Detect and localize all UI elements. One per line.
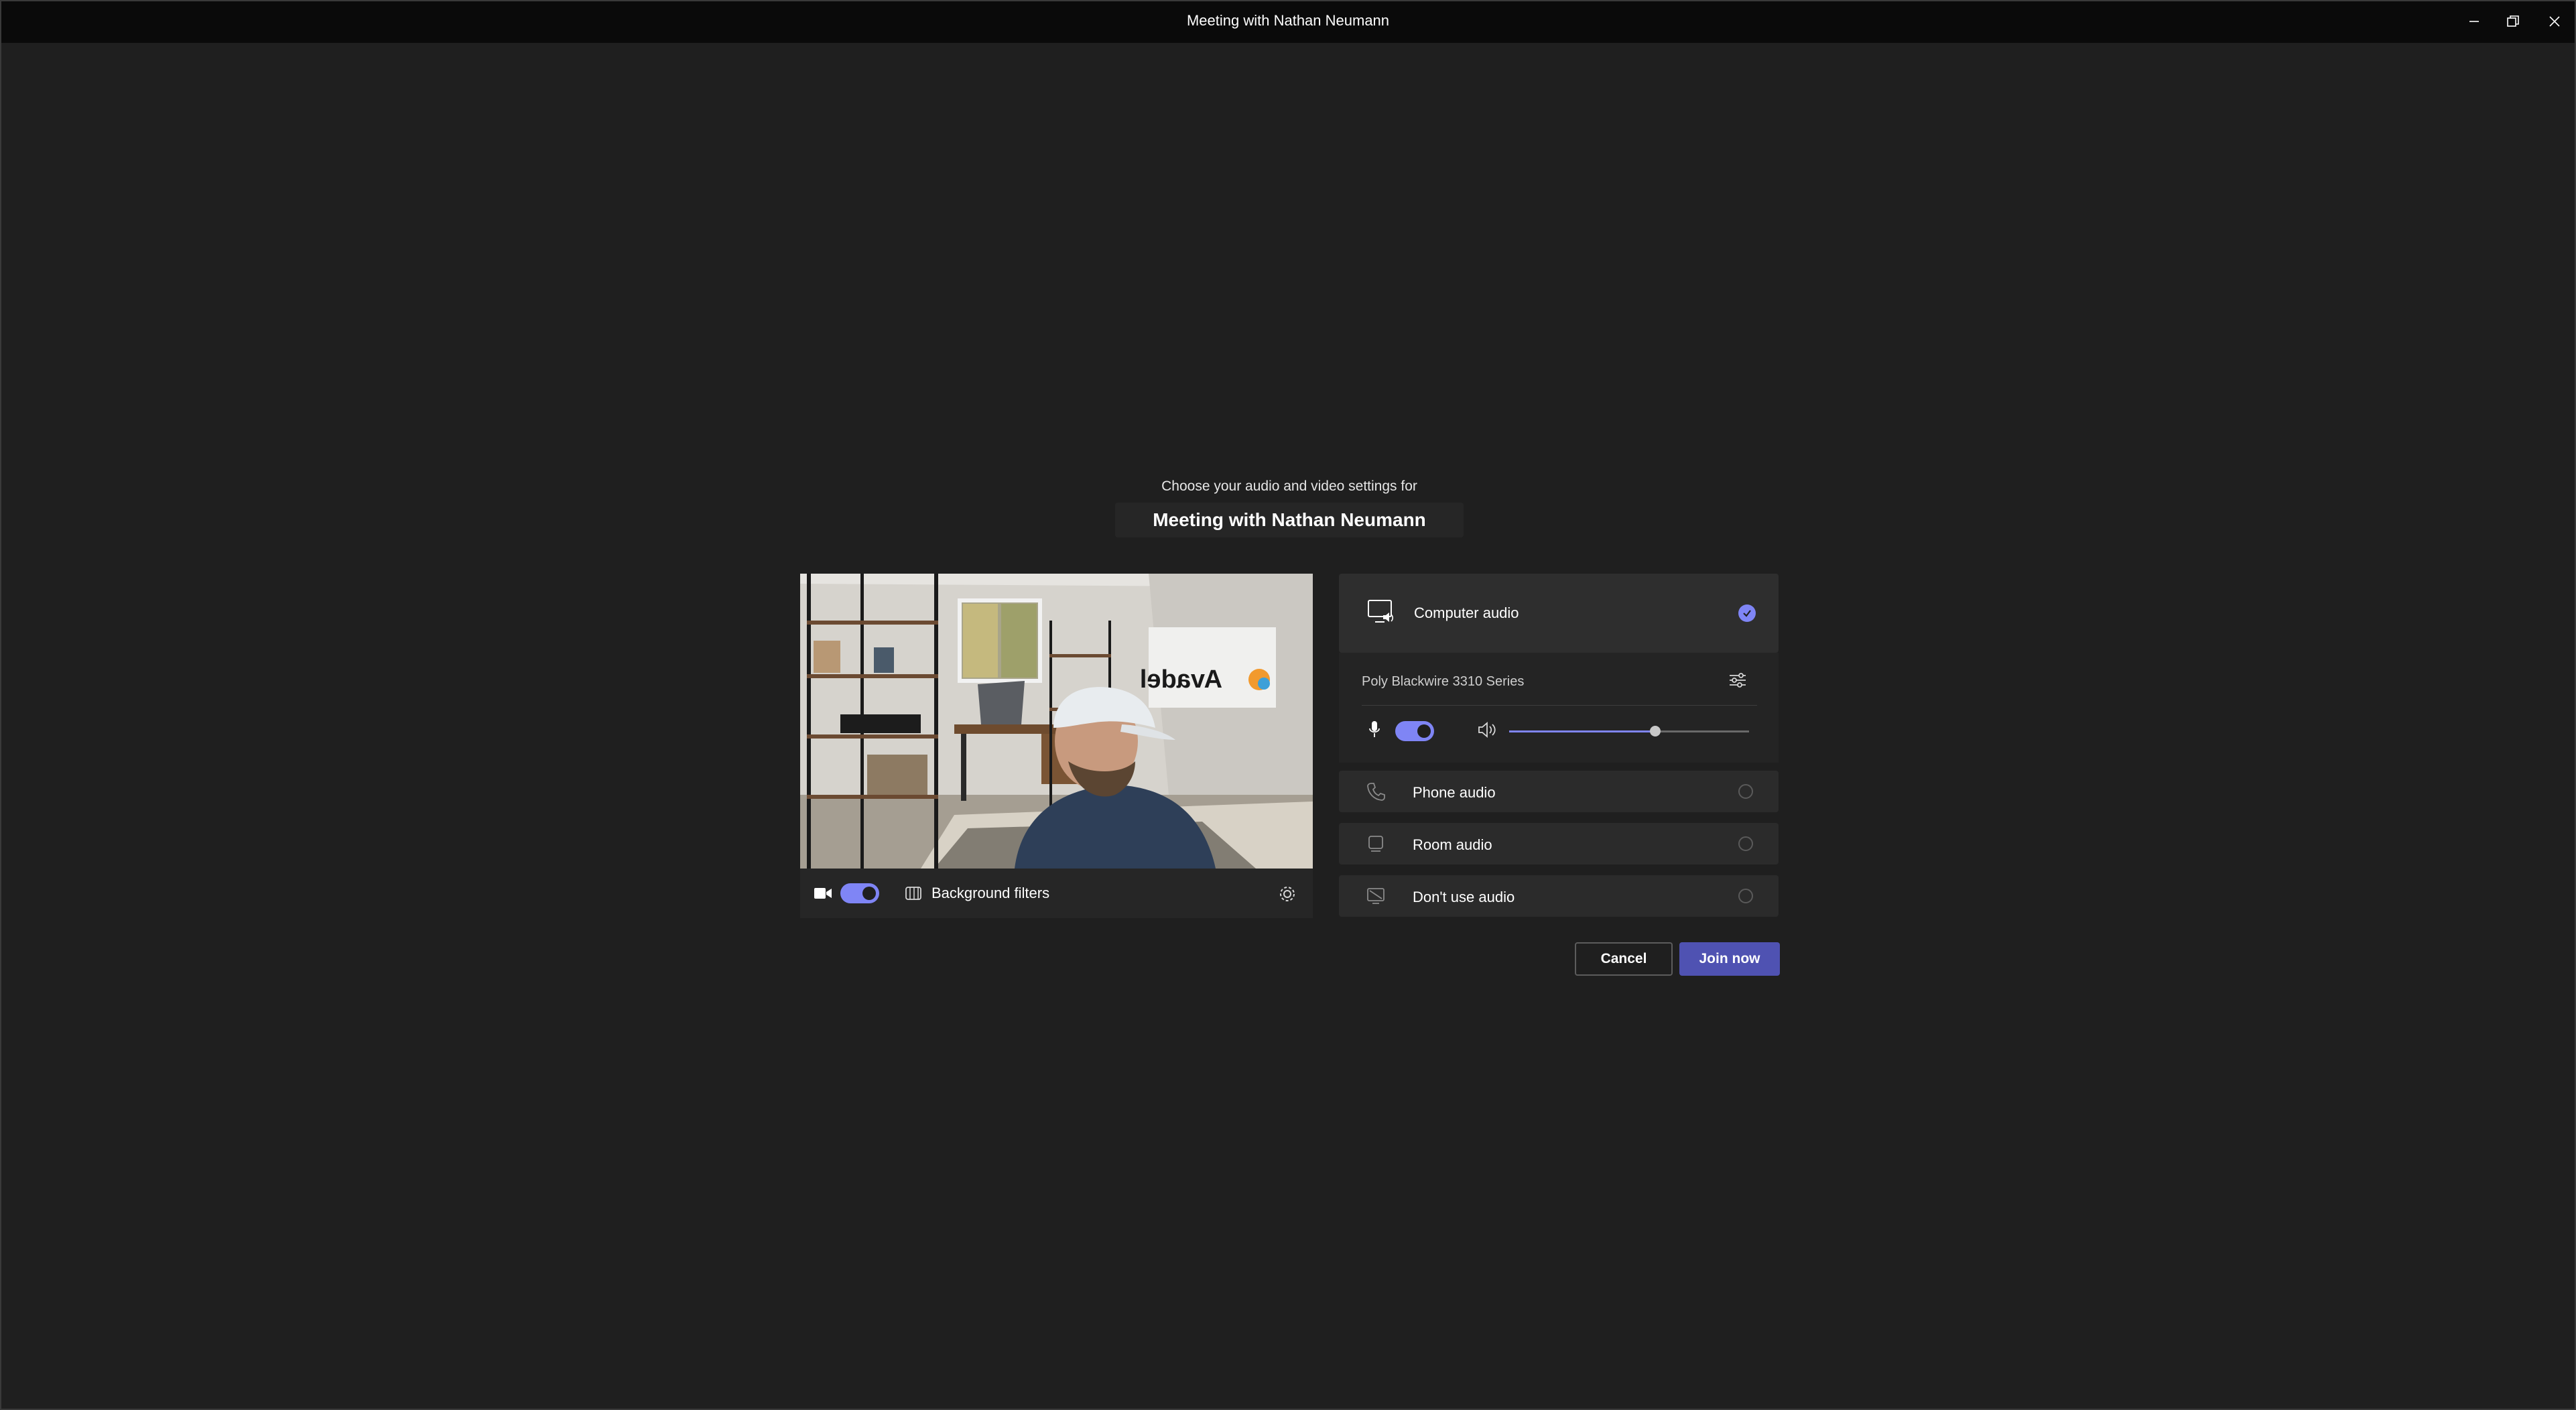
divider — [1362, 705, 1757, 706]
audio-option-none[interactable]: Don't use audio — [1339, 875, 1779, 917]
camera-preview: Avadel — [800, 574, 1313, 869]
join-now-button[interactable]: Join now — [1679, 942, 1780, 976]
close-button[interactable] — [2538, 8, 2571, 35]
background-filters-icon — [905, 887, 921, 900]
audio-option-label: Room audio — [1413, 836, 1492, 853]
teams-prejoin-window: Meeting with Nathan Neumann Choose your … — [0, 0, 2576, 1410]
audio-option-label: Don't use audio — [1413, 889, 1515, 905]
minimize-button[interactable] — [2458, 8, 2490, 35]
background-filters-button[interactable]: Background filters — [931, 885, 1049, 902]
phone-icon — [1367, 783, 1385, 801]
room-audio-icon — [1368, 836, 1383, 852]
phone-audio-radio[interactable] — [1738, 784, 1753, 799]
audio-option-computer[interactable]: Computer audio — [1339, 574, 1779, 653]
room-audio-radio[interactable] — [1738, 836, 1753, 851]
camera-icon — [814, 888, 832, 899]
cancel-button[interactable]: Cancel — [1575, 942, 1673, 976]
camera-preview-image: Avadel — [800, 574, 1313, 869]
audio-device-settings-icon[interactable] — [1728, 670, 1748, 690]
video-controls-bar: Background filters — [800, 869, 1313, 918]
computer-audio-icon — [1368, 600, 1394, 623]
meeting-title: Meeting with Nathan Neumann — [1115, 503, 1464, 537]
computer-audio-settings: Poly Blackwire 3310 Series — [1339, 653, 1779, 763]
restore-button[interactable] — [2497, 8, 2529, 35]
device-settings-gear-icon[interactable] — [1278, 885, 1297, 903]
video-preview-panel: Avadel Background filters — [800, 574, 1313, 918]
settings-subtitle: Choose your audio and video settings for — [1161, 478, 1417, 494]
microphone-toggle[interactable] — [1395, 721, 1434, 741]
speaker-volume-fill — [1509, 730, 1656, 732]
speaker-volume-slider[interactable] — [1509, 726, 1749, 736]
camera-toggle-knob — [862, 887, 876, 900]
no-audio-radio[interactable] — [1738, 889, 1753, 903]
audio-device-name: Poly Blackwire 3310 Series — [1362, 674, 1525, 689]
audio-option-label: Phone audio — [1413, 784, 1496, 801]
no-audio-icon — [1367, 888, 1384, 904]
camera-toggle[interactable] — [840, 883, 879, 903]
audio-option-room[interactable]: Room audio — [1339, 823, 1779, 864]
audio-option-phone[interactable]: Phone audio — [1339, 771, 1779, 812]
minimize-icon — [2469, 21, 2479, 22]
speaker-volume-thumb[interactable] — [1650, 726, 1661, 736]
microphone-toggle-knob — [1417, 724, 1431, 738]
speaker-icon — [1478, 722, 1496, 738]
audio-option-label: Computer audio — [1414, 604, 1519, 621]
window-title: Meeting with Nathan Neumann — [1186, 12, 1390, 29]
restore-icon — [2507, 15, 2519, 27]
selected-check-icon — [1738, 604, 1756, 622]
microphone-icon — [1369, 721, 1380, 737]
title-bar: Meeting with Nathan Neumann — [1, 1, 2575, 43]
close-icon — [2549, 16, 2560, 27]
wall-sign-text: Avadel — [1140, 665, 1222, 694]
